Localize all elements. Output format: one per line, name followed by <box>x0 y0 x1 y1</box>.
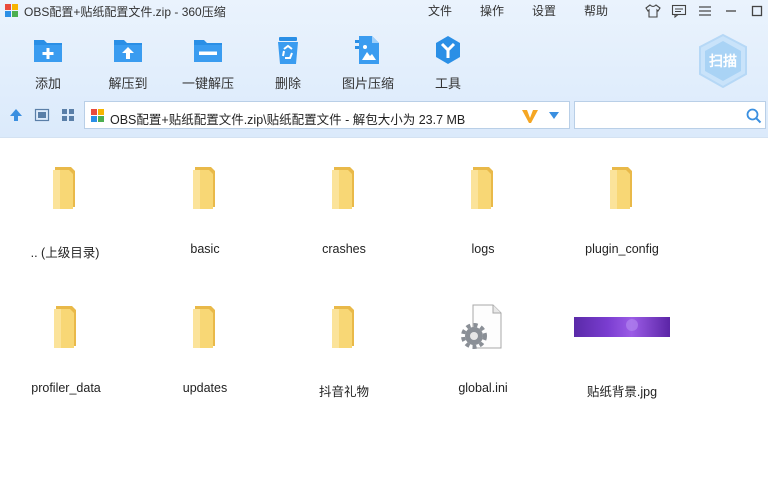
up-arrow-icon[interactable] <box>8 107 24 123</box>
image-thumbnail <box>574 317 670 337</box>
file-item-basic[interactable]: basic <box>143 165 267 256</box>
tools-icon <box>436 36 460 64</box>
add-archive-icon <box>34 40 62 62</box>
toolbar-divider <box>0 137 768 138</box>
menu-icon[interactable] <box>692 1 718 21</box>
image-compress-button[interactable]: 图片压缩 <box>333 30 403 92</box>
window-title: OBS配置+贴纸配置文件.zip - 360压缩 <box>24 5 226 19</box>
menu-operate[interactable]: 操作 <box>480 2 504 19</box>
app-logo-icon <box>5 4 18 17</box>
image-compress-icon <box>355 36 379 64</box>
menu-bar: 文件 操作 设置 帮助 <box>428 2 636 19</box>
menu-settings[interactable]: 设置 <box>532 2 556 19</box>
file-item-logs[interactable]: logs <box>421 165 545 256</box>
skin-icon[interactable] <box>640 1 666 21</box>
title-bar: OBS配置+贴纸配置文件.zip - 360压缩 文件 操作 设置 帮助 <box>0 0 768 22</box>
file-item-updates[interactable]: updates <box>143 304 267 395</box>
one-click-extract-button[interactable]: 一键解压 <box>173 30 243 92</box>
chevron-down-icon[interactable] <box>548 111 560 120</box>
vip-v-icon[interactable] <box>521 108 539 124</box>
search-box <box>574 101 766 129</box>
scan-button[interactable]: 扫描 <box>695 32 751 90</box>
menu-help[interactable]: 帮助 <box>584 2 608 19</box>
file-item-parent-dir[interactable]: .. (上级目录) <box>3 165 127 260</box>
minimize-icon[interactable] <box>718 1 744 21</box>
extract-to-icon <box>114 40 142 62</box>
folder-icon <box>193 306 215 348</box>
zip-file-icon <box>91 109 104 122</box>
menu-file[interactable]: 文件 <box>428 2 452 19</box>
folder-icon <box>471 167 493 209</box>
delete-button[interactable]: 删除 <box>253 30 323 92</box>
file-item-sticker-bg-jpg[interactable]: 贴纸背景.jpg <box>560 304 684 399</box>
window-controls <box>640 1 768 21</box>
file-item-douyin-gifts[interactable]: 抖音礼物 <box>282 304 406 399</box>
one-click-extract-icon <box>194 40 222 62</box>
folder-icon <box>332 306 354 348</box>
address-bar[interactable]: OBS配置+贴纸配置文件.zip\贴纸配置文件 - 解包大小为 23.7 MB <box>84 101 570 129</box>
view-grid-icon[interactable] <box>60 107 76 123</box>
address-path: OBS配置+贴纸配置文件.zip\贴纸配置文件 - 解包大小为 23.7 MB <box>110 113 466 127</box>
top-panel: OBS配置+贴纸配置文件.zip - 360压缩 文件 操作 设置 帮助 添加 … <box>0 0 768 137</box>
add-button[interactable]: 添加 <box>13 30 83 92</box>
folder-icon <box>332 167 354 209</box>
file-item-crashes[interactable]: crashes <box>282 165 406 256</box>
settings-file-icon <box>461 304 502 349</box>
tools-button[interactable]: 工具 <box>413 30 483 92</box>
toolbar: 添加 解压到 一键解压 删除 图片压缩 工具 <box>0 30 768 92</box>
search-icon[interactable] <box>746 108 762 124</box>
folder-icon <box>54 306 76 348</box>
file-item-plugin-config[interactable]: plugin_config <box>560 165 684 256</box>
folder-icon <box>53 167 75 209</box>
file-item-profiler-data[interactable]: profiler_data <box>4 304 128 395</box>
maximize-icon[interactable] <box>744 1 768 21</box>
search-input[interactable] <box>579 106 739 124</box>
folder-icon <box>193 167 215 209</box>
folder-icon <box>610 167 632 209</box>
view-detail-icon[interactable] <box>34 107 50 123</box>
feedback-icon[interactable] <box>666 1 692 21</box>
address-row: OBS配置+贴纸配置文件.zip\贴纸配置文件 - 解包大小为 23.7 MB <box>0 100 768 130</box>
recycle-bin-icon <box>278 37 298 64</box>
file-item-global-ini[interactable]: global.ini <box>421 304 545 395</box>
extract-to-button[interactable]: 解压到 <box>93 30 163 92</box>
